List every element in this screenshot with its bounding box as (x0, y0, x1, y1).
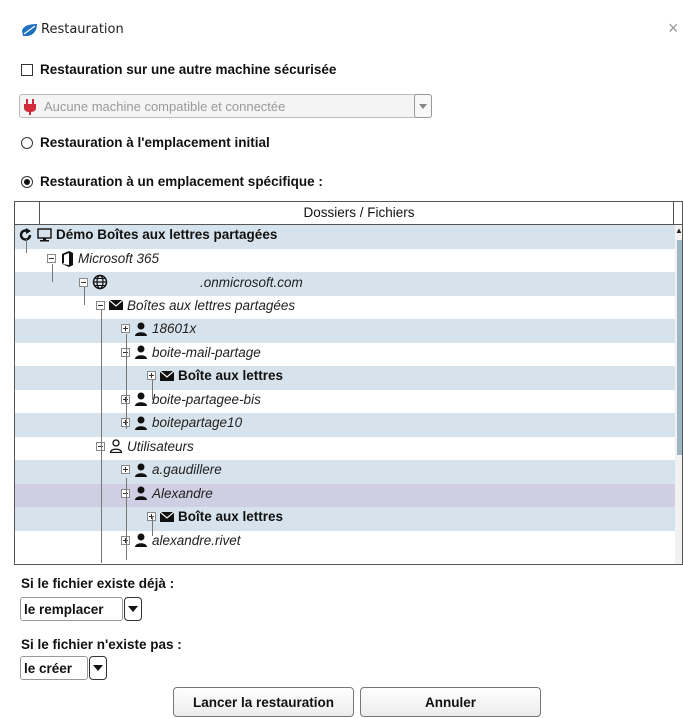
if-not-exists-select[interactable]: le créer (20, 656, 107, 680)
if-exists-value: le remplacer (24, 601, 104, 617)
if-not-exists-label: Si le fichier n'existe pas : (21, 637, 182, 652)
cancel-button[interactable]: Annuler (360, 687, 541, 717)
expand-toggle[interactable] (121, 324, 130, 333)
tree-line (126, 478, 127, 560)
mailbox-icon (109, 300, 123, 310)
tree-item-label: 18601x (152, 321, 197, 336)
tree-row[interactable]: Démo Boîtes aux lettres partagées (15, 225, 682, 249)
other-machine-checkbox[interactable] (21, 63, 33, 76)
machine-select: Aucune machine compatible et connectée (19, 94, 432, 118)
scroll-up-arrow[interactable]: ▲ (675, 225, 682, 237)
if-exists-label: Si le fichier existe déjà : (21, 576, 175, 591)
tree-row[interactable]: boite-partagee-bis (15, 390, 682, 414)
office-icon (62, 250, 73, 267)
tree-row[interactable]: a.gaudillere (15, 460, 682, 484)
tree-scroll-thumb[interactable] (677, 240, 682, 455)
tree-rows: Démo Boîtes aux lettres partagées Micros… (15, 225, 682, 554)
folder-tree[interactable]: Dossiers / Fichiers Démo Boîtes aux lett… (14, 201, 683, 565)
user-icon (135, 486, 147, 500)
if-exists-select[interactable]: le remplacer (20, 597, 142, 621)
specific-location-option[interactable]: Restauration à un emplacement spécifique… (21, 174, 323, 189)
chevron-down-icon[interactable] (124, 597, 142, 621)
expand-toggle[interactable] (147, 371, 156, 380)
user-icon (135, 392, 147, 406)
expand-toggle[interactable] (121, 465, 130, 474)
if-not-exists-value: le créer (24, 660, 73, 676)
tree-row[interactable]: boite-mail-partage (15, 343, 682, 367)
user-icon (135, 463, 147, 477)
specific-location-label: Restauration à un emplacement spécifique… (40, 174, 323, 189)
tree-line (101, 463, 102, 563)
tree-row[interactable]: boitepartage10 (15, 413, 682, 437)
tree-line (152, 380, 153, 400)
other-machine-label: Restauration sur une autre machine sécur… (40, 62, 337, 77)
tree-item-label: alexandre.rivet (152, 532, 241, 548)
tree-row[interactable]: Microsoft 365 (15, 249, 682, 273)
tree-item-label: a.gaudillere (152, 462, 222, 477)
tree-line (101, 310, 102, 463)
plug-icon (24, 99, 36, 115)
app-logo-icon (22, 24, 37, 36)
start-restore-button[interactable]: Lancer la restauration (173, 687, 354, 717)
tree-item-label: boite-mail-partage (152, 344, 261, 360)
tree-row[interactable]: Boîte aux lettres (15, 507, 682, 531)
collapse-toggle[interactable] (96, 300, 105, 310)
tree-item-label: Alexandre (152, 485, 213, 501)
machine-select-arrow (414, 94, 432, 118)
mailbox-icon (160, 511, 174, 522)
tree-line (52, 264, 53, 282)
tree-item-label: Boîte aux lettres (178, 368, 284, 383)
other-machine-option[interactable]: Restauration sur une autre machine sécur… (21, 62, 336, 77)
tree-row-selected[interactable]: Alexandre (15, 483, 682, 507)
tree-header: Dossiers / Fichiers (15, 202, 682, 225)
tree-item-label: Démo Boîtes aux lettres partagées (56, 227, 278, 242)
user-icon (135, 322, 147, 336)
tree-row[interactable]: alexandre.rivet (15, 531, 682, 555)
tree-line (84, 287, 85, 305)
specific-location-radio[interactable] (21, 175, 33, 188)
tree-row[interactable]: Boîte aux lettres (15, 366, 682, 390)
close-button[interactable]: × (668, 16, 683, 40)
chevron-down-icon[interactable] (89, 656, 107, 680)
machine-select-value: Aucune machine compatible et connectée (44, 99, 286, 114)
tree-item-label: Boîtes aux lettres partagées (127, 297, 296, 313)
tree-item-label: Utilisateurs (127, 438, 194, 454)
tree-header-label: Dossiers / Fichiers (303, 205, 415, 220)
user-icon (135, 345, 147, 359)
collapse-toggle[interactable] (47, 254, 56, 263)
tree-row[interactable]: .onmicrosoft.com (15, 272, 682, 296)
initial-location-label: Restauration à l'emplacement initial (40, 135, 270, 150)
tree-item-label: Boîte aux lettres (178, 509, 284, 524)
tree-row[interactable]: 18601x (15, 319, 682, 343)
window-title: Restauration (41, 22, 124, 37)
tree-row[interactable]: Boîtes aux lettres partagées (15, 296, 682, 320)
tree-header-divider (673, 202, 674, 224)
tree-row[interactable]: Utilisateurs (15, 437, 682, 461)
tree-item-label: boitepartage10 (152, 415, 243, 430)
title-bar: Restauration × (0, 0, 683, 38)
tree-line (126, 334, 127, 429)
tree-header-corner (15, 202, 40, 224)
initial-location-option[interactable]: Restauration à l'emplacement initial (21, 135, 270, 150)
globe-icon (92, 274, 108, 290)
tree-item-label: Microsoft 365 (78, 251, 160, 266)
user-icon (135, 533, 147, 547)
tree-line (26, 239, 27, 253)
computer-icon (37, 227, 52, 241)
initial-location-radio[interactable] (21, 136, 33, 149)
collapse-toggle[interactable] (79, 277, 88, 287)
mailbox-icon (160, 370, 174, 381)
user-outline-icon (109, 439, 123, 453)
tree-item-label: .onmicrosoft.com (200, 274, 303, 290)
tree-item-label: boite-partagee-bis (152, 391, 261, 407)
user-icon (135, 416, 147, 430)
tree-line (152, 516, 153, 536)
